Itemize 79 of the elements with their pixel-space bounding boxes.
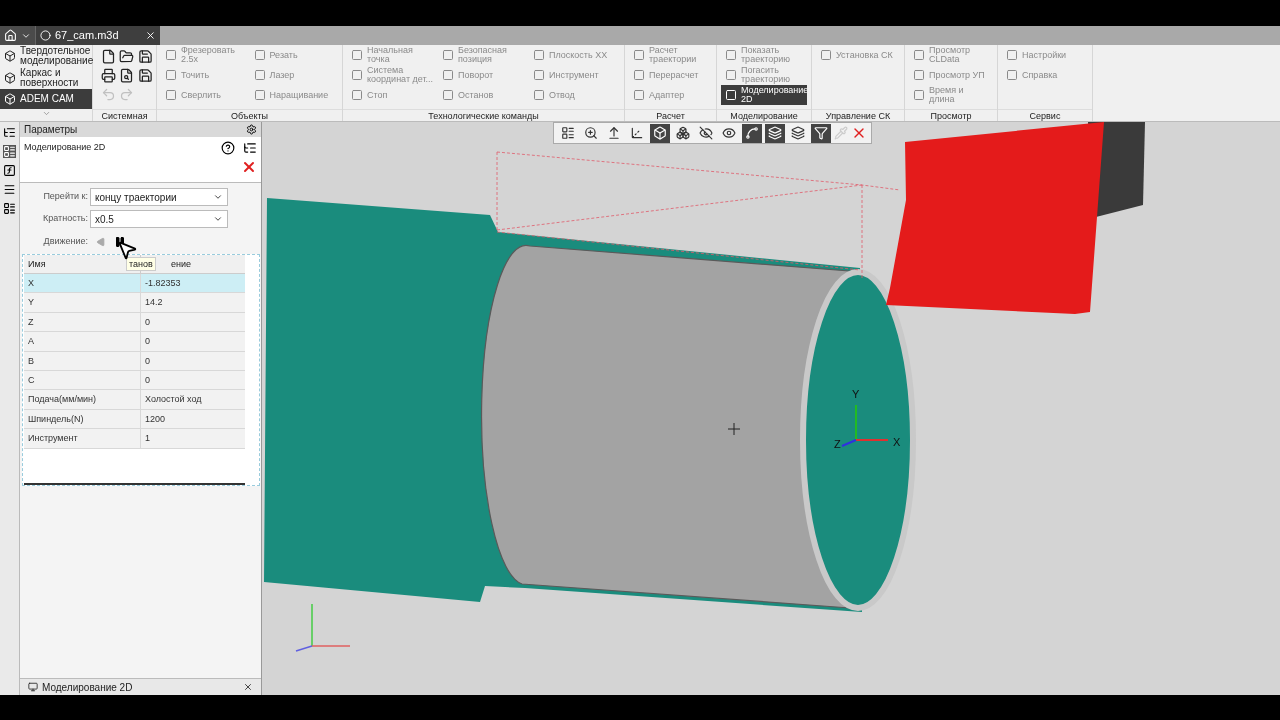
ribbon-group-title: Сервис [998, 109, 1092, 121]
properties-icon[interactable] [3, 202, 16, 215]
table-cell: A [24, 332, 141, 351]
ribbon-group-title: Просмотр [905, 109, 997, 121]
print-icon[interactable] [101, 68, 116, 83]
table-row[interactable]: Подача(мм/мин) Холостой ход [24, 390, 245, 410]
cube-icon[interactable] [650, 123, 670, 143]
document-tab[interactable]: 67_cam.m3d [35, 26, 160, 45]
crosshair-icon [727, 422, 741, 436]
field-label: Кратность: [42, 212, 88, 226]
table-cell-text: 14.2 [144, 296, 164, 310]
table-cell: Подача(мм/мин) [24, 390, 141, 409]
caret-icon [213, 214, 223, 224]
field-label: Перейти к: [42, 190, 88, 204]
mode-tab[interactable]: Твердотельное моделирование [0, 45, 92, 67]
ribbon-group-title: Технологические команды [343, 109, 624, 121]
settings-icon[interactable] [246, 124, 257, 135]
tooltip: танов [126, 257, 156, 271]
mode-icon [4, 72, 16, 84]
table-cell-text: 1200 [144, 412, 167, 426]
ribbon-group-title: Расчет [625, 109, 716, 121]
preview-icon[interactable] [119, 68, 135, 83]
table-row[interactable]: X -1.82353 [24, 274, 245, 294]
axis-triad-icon [295, 603, 351, 652]
open-folder-icon[interactable] [119, 49, 135, 64]
mode-tab[interactable]: ADEM CAM [0, 89, 92, 109]
mode-icon [4, 50, 16, 62]
table-cell: C [24, 370, 141, 390]
function-icon[interactable] [3, 164, 16, 177]
table-cell-text: 0 [144, 373, 151, 387]
caret-icon [213, 192, 223, 202]
save-icon[interactable] [137, 49, 153, 64]
table-row[interactable]: Z 0 [24, 312, 245, 333]
table-cell: X [24, 274, 141, 293]
close-icon[interactable] [243, 682, 253, 692]
panel-subtitle: Моделирование 2D [24, 141, 106, 154]
ribbon-group-title: Моделирование [717, 109, 811, 121]
layers-icon[interactable] [765, 123, 785, 143]
ribbon-group-title: Системная [93, 109, 156, 121]
table-cell: Инструмент [24, 429, 141, 448]
layers-list-icon[interactable] [3, 183, 16, 196]
table-cell: Шпиндель(N) [24, 409, 141, 429]
path-nodes-icon[interactable] [742, 123, 762, 143]
close-icon[interactable] [241, 159, 257, 175]
tree-icon[interactable] [243, 141, 257, 155]
home-icon[interactable] [4, 29, 17, 42]
table-cell-text: 1 [144, 432, 151, 446]
parameters-icon[interactable] [3, 145, 16, 158]
tree-icon[interactable] [3, 126, 16, 139]
dropdown-field[interactable]: x0.5 [90, 210, 228, 228]
monitor-icon [28, 682, 38, 692]
table-cell-text: Холостой ход [144, 393, 203, 407]
new-file-icon[interactable] [101, 49, 116, 64]
field-label: Движение: [42, 235, 88, 249]
bottom-tab[interactable]: Моделирование 2D [20, 678, 261, 695]
table-row[interactable]: Шпиндель(N) 1200 [24, 409, 245, 430]
panel-title: Параметры [24, 123, 78, 137]
table-cell-text: 0 [144, 315, 151, 329]
table-cell: Y [24, 293, 141, 312]
table-row[interactable]: B 0 [24, 351, 245, 371]
close-icon[interactable] [145, 30, 156, 41]
table-cell: Z [24, 312, 141, 332]
mode-tab[interactable]: Каркас и поверхности [0, 67, 92, 89]
ribbon-command[interactable]: Моделирование 2D [721, 85, 807, 105]
table-row[interactable]: A 0 [24, 332, 245, 352]
ribbon-group-title: Управление СК [812, 109, 904, 121]
table-cell-text: 0 [144, 354, 151, 368]
ribbon-group-title: Объекты [157, 109, 342, 121]
table-row[interactable]: C 0 [24, 370, 245, 391]
table-row[interactable]: Инструмент 1 [24, 429, 245, 449]
save-as-icon[interactable] [137, 68, 153, 83]
dropdown-field[interactable]: концу траектории [90, 188, 228, 206]
filter-icon[interactable] [811, 123, 831, 143]
mode-icon [4, 93, 16, 105]
table-cell-text: 0 [144, 335, 151, 349]
table-cell-text: -1.82353 [144, 277, 182, 290]
table-cell: B [24, 351, 141, 370]
table-row[interactable]: Y 14.2 [24, 293, 245, 313]
help-icon[interactable] [221, 141, 235, 155]
